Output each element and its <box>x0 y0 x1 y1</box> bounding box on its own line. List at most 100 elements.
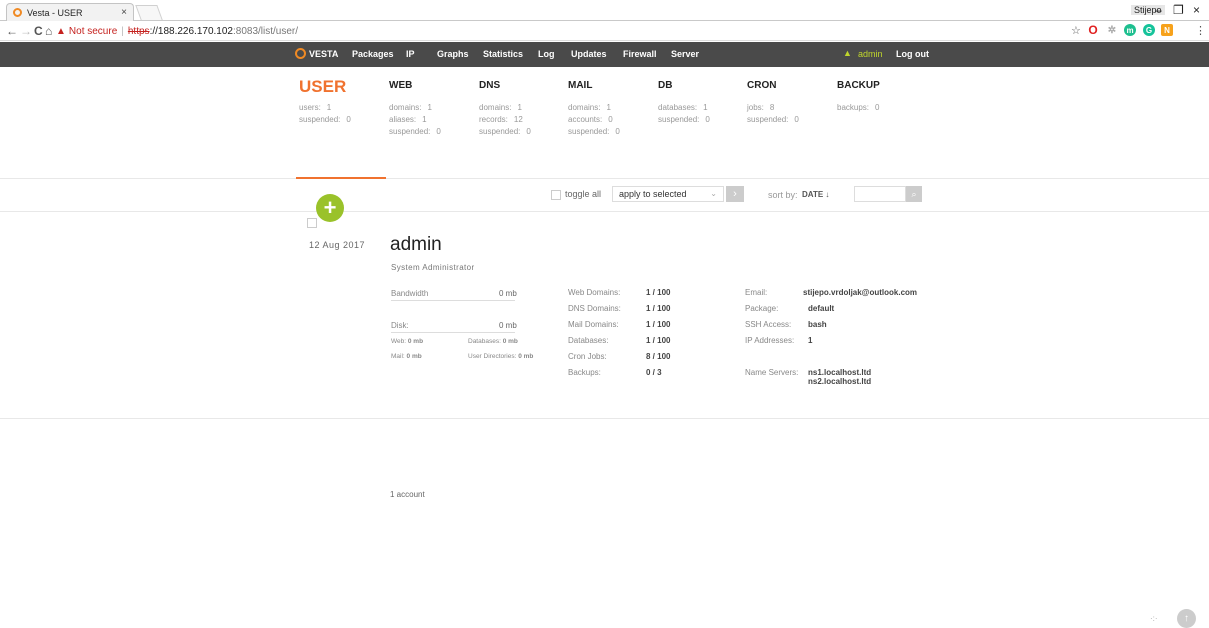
stat-key: aliases: <box>389 115 417 124</box>
stat-line: suspended: 0 <box>479 126 531 138</box>
bandwidth-value: 0 mb <box>499 289 517 298</box>
search-icon[interactable]: ⌕ <box>906 186 922 202</box>
url-scheme: https <box>127 26 150 37</box>
scroll-top-button[interactable]: ↑ <box>1177 609 1196 628</box>
stat-title: DB <box>658 80 673 91</box>
url-host: ://188.226.170.102 <box>149 26 233 37</box>
g-extension-icon[interactable]: G <box>1143 24 1155 36</box>
browser-toolbar: ← → C ⌂ ▲ Not secure | https ://188.226.… <box>0 22 1209 41</box>
stat-value: 12 <box>513 115 523 124</box>
email-value: stijepo.vrdoljak@outlook.com <box>803 288 918 297</box>
package-label: Package: <box>745 304 779 313</box>
menu-log[interactable]: Log <box>538 49 555 59</box>
opera-extension-icon[interactable]: O <box>1087 23 1099 37</box>
close-window-icon[interactable]: × <box>1193 3 1200 17</box>
stat-value: 0 <box>615 127 620 136</box>
menu-user[interactable]: admin <box>858 49 883 59</box>
stat-line: jobs: 8 <box>747 102 799 114</box>
stat-db[interactable]: DB databases: 1 suspended: 0 <box>658 80 710 126</box>
menu-logout[interactable]: Log out <box>896 49 929 59</box>
web-usage-label: Web: <box>391 338 407 345</box>
stats-divider <box>0 178 1209 179</box>
orange-extension-icon[interactable]: N <box>1161 24 1173 36</box>
stat-web[interactable]: WEB domains: 1 aliases: 1 suspended: 0 <box>389 80 441 138</box>
menu-updates[interactable]: Updates <box>571 49 607 59</box>
stat-title: BACKUP <box>837 80 880 91</box>
stat-title: MAIL <box>568 80 593 91</box>
stat-line: suspended: 0 <box>568 126 620 138</box>
mail-usage: Mail: 0 mb <box>391 353 422 360</box>
minimize-icon[interactable]: – <box>1155 3 1162 17</box>
stat-key: jobs: <box>747 103 764 112</box>
disk-value: 0 mb <box>499 321 517 330</box>
stat-user[interactable]: USER users: 1 suspended: 0 <box>299 78 351 126</box>
reload-icon[interactable]: C <box>34 24 43 38</box>
row-checkbox[interactable] <box>307 218 317 228</box>
not-secure-label[interactable]: Not secure <box>69 26 117 37</box>
vesta-logo-icon <box>295 48 306 59</box>
menu-statistics[interactable]: Statistics <box>483 49 523 59</box>
toggle-all-checkbox[interactable] <box>551 190 561 200</box>
toggle-all-label[interactable]: toggle all <box>565 189 601 199</box>
browser-tab[interactable]: Vesta - USER × <box>6 3 134 21</box>
sort-dropdown[interactable]: DATE ↓ <box>802 190 829 199</box>
stat-mail[interactable]: MAIL domains: 1 accounts: 0 suspended: 0 <box>568 80 620 138</box>
menu-graphs[interactable]: Graphs <box>437 49 469 59</box>
ns1-value: ns1.localhost.ltd <box>808 368 872 377</box>
limit-label: Databases: <box>568 336 609 345</box>
search-input[interactable] <box>854 186 906 202</box>
notification-bell-icon[interactable]: ▲ <box>843 48 852 58</box>
menu-server[interactable]: Server <box>671 49 699 59</box>
sort-label: sort by: <box>768 190 798 200</box>
row-date: 12 Aug 2017 <box>309 240 366 250</box>
restore-icon[interactable]: ❐ <box>1173 3 1184 17</box>
stat-title: WEB <box>389 80 413 91</box>
package-value: default <box>808 304 835 313</box>
stat-value: 1 <box>427 103 432 112</box>
stat-key: suspended: <box>479 127 521 136</box>
stat-line: domains: 1 <box>479 102 531 114</box>
add-user-button[interactable]: + <box>316 194 344 222</box>
stat-key: suspended: <box>299 115 341 124</box>
stat-key: accounts: <box>568 115 603 124</box>
settings-extension-icon[interactable]: ✲ <box>1106 24 1118 36</box>
bookmark-star-icon[interactable]: ☆ <box>1071 24 1081 37</box>
new-tab-button[interactable] <box>135 5 163 20</box>
stat-line: suspended: 0 <box>658 114 710 126</box>
browser-menu-icon[interactable]: ⋮ <box>1195 24 1206 37</box>
menu-ip[interactable]: IP <box>406 49 415 59</box>
web-usage: Web: 0 mb <box>391 338 423 345</box>
address-bar[interactable]: ▲ Not secure | https ://188.226.170.102 … <box>56 24 1056 39</box>
stat-cron[interactable]: CRON jobs: 8 suspended: 0 <box>747 80 799 126</box>
ip-value: 1 <box>808 336 813 345</box>
forward-icon[interactable]: → <box>20 24 32 38</box>
userdirs-usage: User Directories: 0 mb <box>468 353 533 360</box>
stat-dns[interactable]: DNS domains: 1 records: 12 suspended: 0 <box>479 80 531 138</box>
limit-value: 8 / 100 <box>646 352 671 361</box>
stat-line: suspended: 0 <box>299 114 351 126</box>
bulk-action-select[interactable]: apply to selected ⌄ <box>612 186 724 202</box>
grammarly-extension-icon[interactable]: m <box>1124 24 1136 36</box>
vesta-logo[interactable]: VESTA <box>295 48 338 59</box>
menu-packages[interactable]: Packages <box>352 49 394 59</box>
stat-line: records: 12 <box>479 114 531 126</box>
menu-firewall[interactable]: Firewall <box>623 49 657 59</box>
home-icon[interactable]: ⌂ <box>45 24 52 38</box>
ip-label: IP Addresses: <box>745 336 795 345</box>
limit-label: Backups: <box>568 368 601 377</box>
address-divider: | <box>121 26 124 37</box>
back-icon[interactable]: ← <box>6 24 18 38</box>
stat-value: 0 <box>875 103 880 112</box>
ssh-value: bash <box>808 320 827 329</box>
stat-value: 1 <box>326 103 332 112</box>
stat-backup[interactable]: BACKUP backups: 0 <box>837 80 880 114</box>
tab-close-icon[interactable]: × <box>121 7 127 18</box>
url-path: :8083/list/user/ <box>232 26 299 37</box>
browser-tabstrip: Vesta - USER × Stijepo – ❐ × <box>0 0 1209 21</box>
stat-value: 8 <box>769 103 775 112</box>
apply-button[interactable]: › <box>726 186 744 202</box>
stat-key: domains: <box>568 103 601 112</box>
limit-label: Web Domains: <box>568 288 621 297</box>
user-name[interactable]: admin <box>390 234 442 256</box>
ns2-value: ns2.localhost.ltd <box>808 377 872 386</box>
